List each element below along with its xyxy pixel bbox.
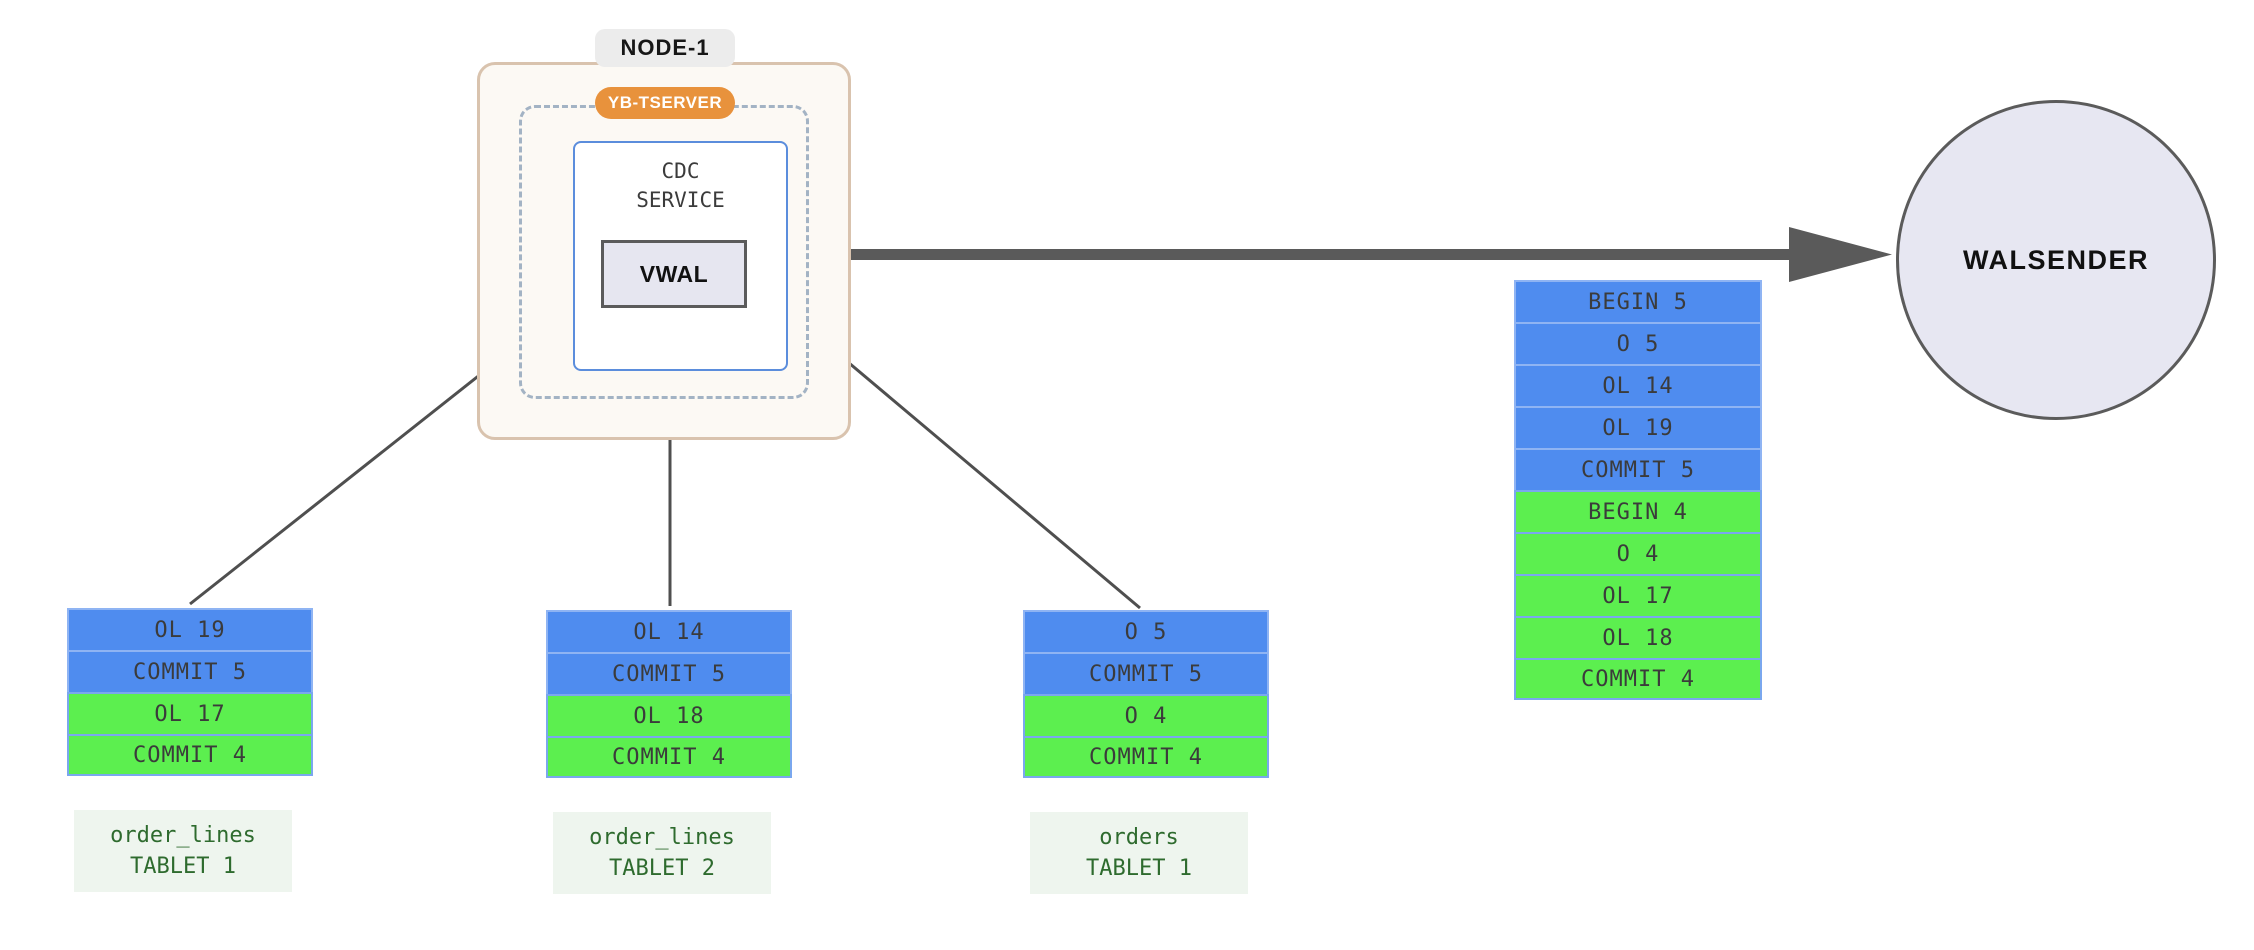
record-row: O 4 bbox=[1023, 694, 1269, 736]
vwal-ordered-stream: BEGIN 5O 5 OL 14 OL 19 COMMIT 5 BEGIN 4O 4 OL… bbox=[1514, 280, 1762, 700]
record-row: COMMIT 5 bbox=[67, 650, 313, 692]
record-row: OL 19 bbox=[67, 608, 313, 650]
stream-row: OL 18 bbox=[1514, 616, 1762, 658]
tablet-orders-1-stack: O 5 COMMIT 5O 4 COMMIT 4 bbox=[1023, 610, 1269, 778]
stream-row: OL 19 bbox=[1514, 406, 1762, 448]
stream-row: OL 14 bbox=[1514, 364, 1762, 406]
cdc-service-label: CDC SERVICE bbox=[636, 159, 725, 212]
stream-row: BEGIN 5 bbox=[1514, 280, 1762, 322]
tablet-order-lines-2-caption: order_lines TABLET 2 bbox=[553, 812, 771, 894]
stream-row: OL 17 bbox=[1514, 574, 1762, 616]
record-row: COMMIT 5 bbox=[1023, 652, 1269, 694]
diagram-canvas: NODE-1 YB-TSERVER CDC SERVICE VWAL WALSE… bbox=[0, 0, 2254, 950]
connector-layer bbox=[189, 227, 1892, 610]
tablet-order-lines-1-caption: order_lines TABLET 1 bbox=[74, 810, 292, 892]
record-row: O 5 bbox=[1023, 610, 1269, 652]
stream-row: O 4 bbox=[1514, 532, 1762, 574]
tablet-orders-1-caption: orders TABLET 1 bbox=[1030, 812, 1248, 894]
record-row: OL 14 bbox=[546, 610, 792, 652]
tablet-order-lines-2-stack: OL 14 COMMIT 5 OL 18 COMMIT 4 bbox=[546, 610, 792, 778]
record-row: COMMIT 4 bbox=[546, 736, 792, 778]
stream-row: COMMIT 5 bbox=[1514, 448, 1762, 490]
node-label: NODE-1 bbox=[595, 29, 735, 67]
record-row: COMMIT 4 bbox=[67, 734, 313, 776]
walsender-node: WALSENDER bbox=[1896, 100, 2216, 420]
record-row: COMMIT 4 bbox=[1023, 736, 1269, 778]
stream-row: O 5 bbox=[1514, 322, 1762, 364]
stream-row: COMMIT 4 bbox=[1514, 658, 1762, 700]
tablet-order-lines-1-stack: OL 19 COMMIT 5 OL 17 COMMIT 4 bbox=[67, 608, 313, 776]
record-row: OL 17 bbox=[67, 692, 313, 734]
record-row: COMMIT 5 bbox=[546, 652, 792, 694]
yb-tserver-label: YB-TSERVER bbox=[595, 87, 735, 119]
record-row: OL 18 bbox=[546, 694, 792, 736]
vwal-box: VWAL bbox=[601, 240, 747, 308]
stream-row: BEGIN 4 bbox=[1514, 490, 1762, 532]
arrow-vwal-to-walsender bbox=[851, 227, 1892, 282]
